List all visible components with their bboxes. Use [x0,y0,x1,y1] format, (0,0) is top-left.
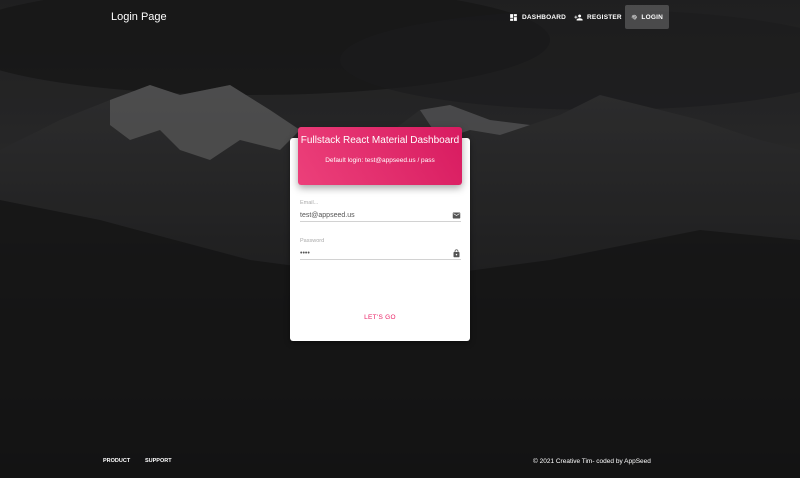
person-add-icon [574,14,583,20]
nav-login-link[interactable]: LOGIN [625,5,669,29]
copyright-text: © 2021 Creative Tim- coded by AppSeed [533,458,651,465]
login-card-header: Fullstack React Material Dashboard Defau… [298,127,462,185]
password-input[interactable]: •••• [300,248,461,260]
footer-product-link[interactable]: PRODUCT [103,458,130,464]
email-value[interactable]: test@appseed.us [300,212,355,219]
email-icon [452,212,461,219]
password-label: Password [300,238,325,244]
nav-dashboard-label: DASHBOARD [522,13,567,21]
login-card-subtitle: Default login: test@appseed.us / pass [325,157,435,164]
nav-register-label: REGISTER [587,13,622,21]
brand-title[interactable]: Login Page [111,11,167,23]
email-field[interactable]: Email... test@appseed.us [300,200,461,222]
password-value[interactable]: •••• [300,250,310,257]
lock-icon [453,249,460,258]
fingerprint-icon [631,14,637,20]
nav-register-link[interactable]: REGISTER [568,5,628,29]
top-navbar: Login Page DASHBOARD REGISTER LOGIN [0,0,800,36]
footer-support-link[interactable]: SUPPORT [145,458,172,464]
login-card-title: Fullstack React Material Dashboard [300,135,460,146]
email-input[interactable]: test@appseed.us [300,210,461,222]
dashboard-icon [510,13,517,21]
email-label: Email... [300,200,319,206]
nav-dashboard-link[interactable]: DASHBOARD [503,5,572,29]
lets-go-button[interactable]: LET'S GO [360,314,400,326]
nav-login-label: LOGIN [641,13,663,21]
password-field[interactable]: Password •••• [300,238,461,260]
